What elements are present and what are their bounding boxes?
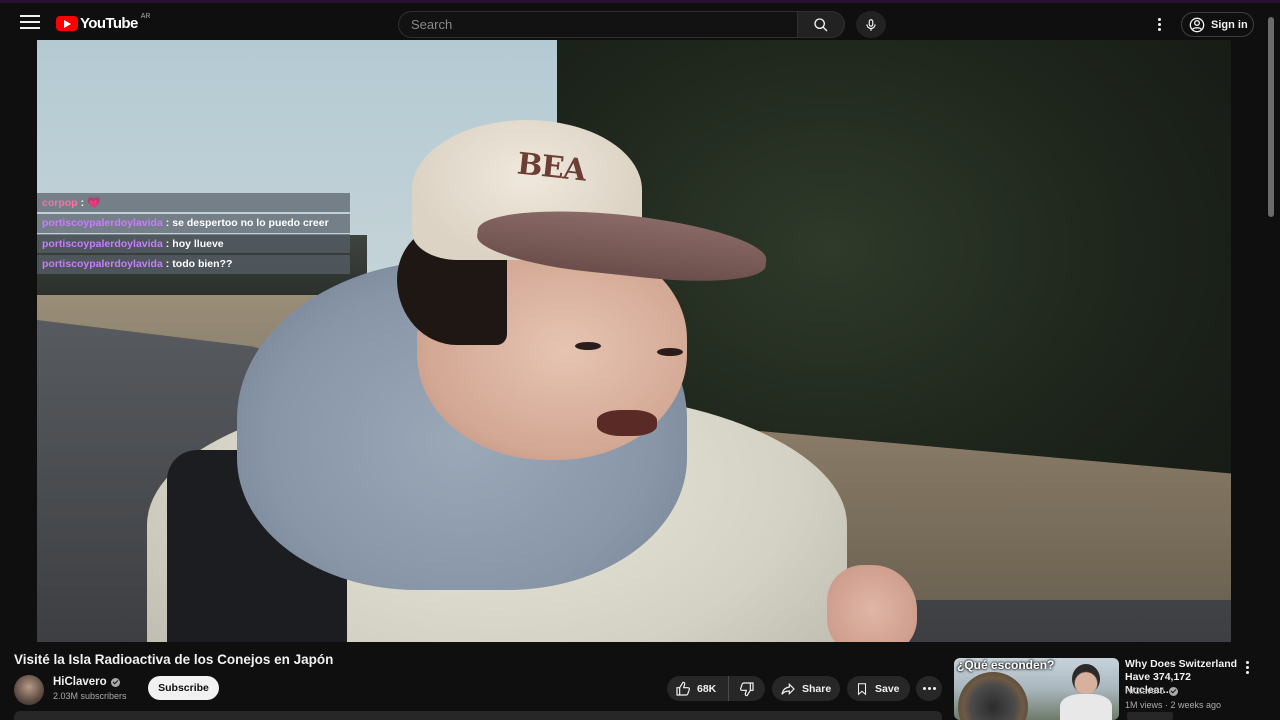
description-box[interactable]: [14, 711, 942, 720]
settings-more-icon[interactable]: [1150, 14, 1168, 34]
video-player[interactable]: BEA corpop: 💗 portiscoypalerdoylavida: se …: [37, 40, 1231, 642]
chat-text: se despertoo no lo puedo creer: [172, 217, 329, 229]
sign-in-label: Sign in: [1211, 18, 1248, 31]
chat-overlay: corpop: 💗 portiscoypalerdoylavida: se desp…: [37, 193, 350, 275]
chat-username: portiscoypalerdoylavida: [42, 217, 163, 229]
search-input[interactable]: [398, 11, 797, 38]
share-button[interactable]: Share: [772, 676, 840, 701]
more-actions-button[interactable]: [916, 676, 942, 701]
dislike-button[interactable]: [729, 676, 765, 701]
chat-text: hoy llueve: [172, 237, 224, 250]
like-button[interactable]: 68K: [667, 676, 729, 701]
save-button[interactable]: Save: [847, 676, 910, 701]
video-title: Visité la Isla Radioactiva de los Conejo…: [14, 652, 334, 667]
logo-text: YouTube: [80, 14, 138, 32]
thumbnail-ring-art: [958, 672, 1028, 720]
voice-search-button[interactable]: [856, 11, 886, 38]
search-icon: [814, 17, 828, 31]
person-eye-left: [575, 342, 601, 350]
chat-text: todo bien??: [172, 258, 233, 270]
chat-separator: :: [165, 237, 170, 250]
chat-username: corpop: [42, 196, 78, 209]
person-mouth: [597, 410, 657, 436]
youtube-logo[interactable]: YouTube AR: [56, 13, 150, 33]
thumbs-down-icon: [739, 681, 754, 696]
menu-icon[interactable]: [20, 15, 40, 31]
channel-avatar[interactable]: [14, 675, 44, 705]
chat-message: portiscoypalerdoylavida: todo bien??: [37, 254, 350, 274]
youtube-logo-icon: [56, 15, 78, 31]
chat-username: portiscoypalerdoylavida: [42, 237, 163, 250]
microphone-icon: [866, 18, 876, 31]
save-label: Save: [875, 682, 900, 695]
verified-icon: [1168, 686, 1178, 696]
chat-message: portiscoypalerdoylavida: se despertoo no …: [37, 213, 350, 233]
thumbnail-person-art: [1058, 664, 1114, 720]
channel-name: HiClavero: [53, 676, 107, 688]
account-icon: [1189, 17, 1205, 32]
recommendation-channel[interactable]: HiClavero: [1125, 686, 1178, 696]
chat-username: portiscoypalerdoylavida: [42, 258, 163, 270]
like-count: 68K: [697, 682, 717, 695]
recommendation-thumbnail[interactable]: ¿Qué esconden?: [954, 658, 1119, 720]
chat-message: portiscoypalerdoylavida: hoy llueve: [37, 234, 350, 253]
sign-in-button[interactable]: Sign in: [1181, 12, 1254, 37]
recommendation-badge: [1127, 712, 1173, 720]
thumbnail-caption: ¿Qué esconden?: [957, 658, 1055, 672]
search-bar: [398, 11, 845, 38]
share-icon: [781, 682, 795, 695]
person-hand: [827, 565, 917, 642]
chat-separator: :: [165, 258, 170, 270]
scrollbar-thumb[interactable]: [1268, 17, 1274, 217]
bookmark-icon: [857, 682, 867, 695]
country-code: AR: [140, 12, 151, 20]
cap-logo-art: BEA: [515, 146, 588, 189]
chat-message: corpop: 💗: [37, 193, 350, 212]
page-scrollbar[interactable]: [1266, 3, 1276, 720]
channel-name-link[interactable]: HiClavero: [53, 676, 120, 688]
top-bar: YouTube AR Sign in: [0, 0, 1280, 40]
verified-icon: [110, 677, 120, 687]
recommendation-channel-name: HiClavero: [1125, 686, 1165, 696]
recommendation-more-icon[interactable]: [1242, 659, 1252, 675]
heart-emoji-icon: 💗: [87, 197, 101, 209]
subscriber-count: 2.03M subscribers: [53, 691, 127, 701]
thumbs-up-icon: [676, 681, 691, 696]
person-eye-right: [657, 348, 683, 356]
search-button[interactable]: [797, 11, 845, 38]
like-dislike-group: 68K: [667, 676, 765, 701]
chat-separator: :: [165, 217, 170, 229]
subscribe-button[interactable]: Subscribe: [148, 676, 219, 700]
chat-separator: :: [80, 196, 85, 209]
recommendation-meta: 1M views · 2 weeks ago: [1125, 700, 1222, 710]
share-label: Share: [802, 682, 832, 695]
